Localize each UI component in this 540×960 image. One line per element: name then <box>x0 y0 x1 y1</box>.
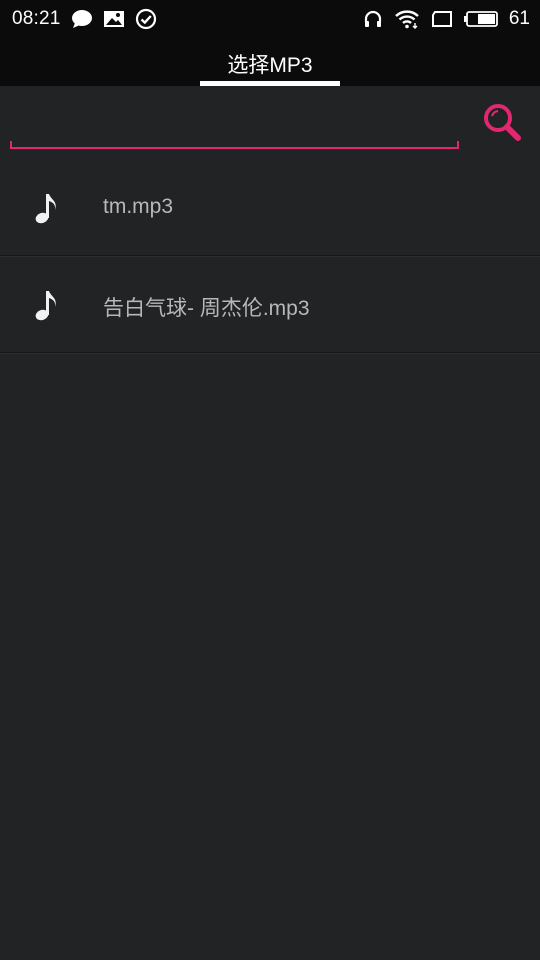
title-bar: 选择MP3 <box>0 38 540 86</box>
status-time: 08:21 <box>12 8 61 29</box>
battery-percent: 61 <box>508 8 530 29</box>
battery-icon <box>463 11 498 27</box>
status-bar: 08:21 61 <box>0 0 540 38</box>
square-icon <box>431 10 453 28</box>
search-button[interactable] <box>478 100 526 148</box>
search-underline <box>10 147 459 149</box>
file-name: tm.mp3 <box>103 195 174 218</box>
image-icon <box>103 9 125 29</box>
file-name: 告白气球- 周杰伦.mp3 <box>103 297 310 320</box>
search-bar <box>0 86 540 158</box>
search-icon <box>482 102 522 147</box>
list-item[interactable]: 告白气球- 周杰伦.mp3 <box>0 256 540 353</box>
wifi-icon <box>394 9 420 29</box>
file-list: tm.mp3 告白气球- 周杰伦.mp3 <box>0 159 540 353</box>
music-note-icon <box>34 288 60 322</box>
check-circle-icon <box>135 8 157 30</box>
search-input[interactable] <box>10 108 458 144</box>
chat-bubble-icon <box>71 9 93 29</box>
music-note-icon <box>34 191 60 225</box>
status-left: 08:21 <box>12 0 157 38</box>
status-right: 61 <box>363 0 530 38</box>
search-underline-left-cap <box>10 141 12 149</box>
page-title: 选择MP3 <box>227 54 313 77</box>
screen: 08:21 61 选择MP3 tm.mp3 告白气球- 周杰伦.mp3 <box>0 0 540 960</box>
headphones-icon <box>363 9 383 29</box>
list-item[interactable]: tm.mp3 <box>0 159 540 256</box>
search-underline-right-cap <box>457 141 459 149</box>
